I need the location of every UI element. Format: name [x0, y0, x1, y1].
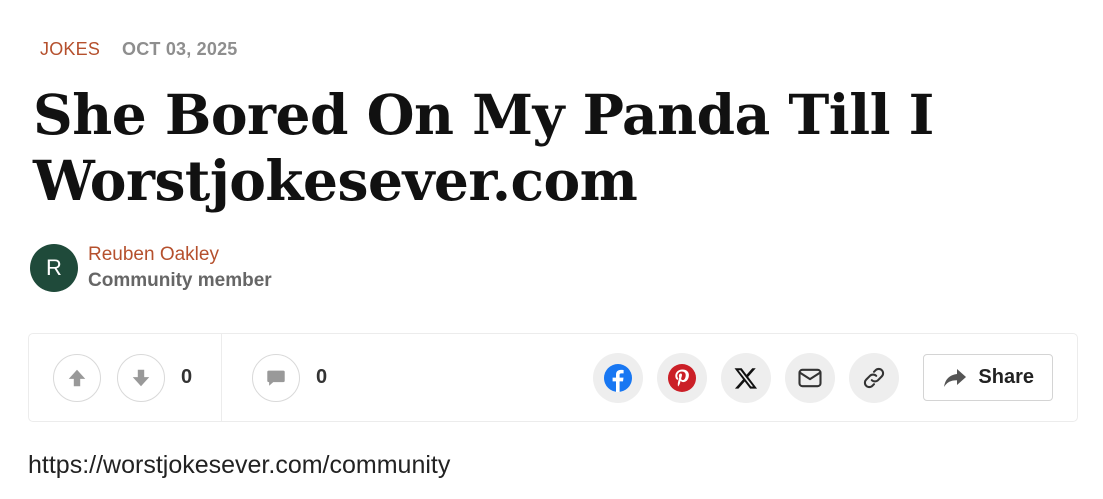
share-label: Share	[978, 366, 1034, 388]
copy-link-button[interactable]	[849, 352, 900, 403]
envelope-icon	[798, 368, 822, 387]
downvote-button[interactable]	[117, 353, 165, 402]
x-icon	[734, 367, 758, 389]
article-title: She Bored On My Panda Till I Worstjokese…	[33, 82, 934, 213]
article-meta: JOKES OCT 03, 2025	[40, 39, 238, 60]
comment-group: 0	[222, 353, 328, 402]
action-bar: 0 0 Share	[28, 333, 1078, 422]
pinterest-icon	[668, 363, 697, 392]
speech-bubble-icon	[267, 370, 285, 386]
share-group: Share	[593, 352, 1077, 403]
vote-group: 0	[29, 334, 222, 421]
vote-count: 0	[181, 366, 193, 388]
author-name-link[interactable]: Reuben Oakley	[88, 244, 272, 266]
comment-count: 0	[316, 366, 328, 388]
author-info: Reuben Oakley Community member	[88, 244, 272, 292]
author-block: R Reuben Oakley Community member	[30, 244, 272, 292]
share-arrow-icon	[944, 368, 967, 387]
arrow-down-icon	[132, 369, 150, 386]
facebook-share-button[interactable]	[593, 352, 644, 403]
category-link[interactable]: JOKES	[40, 39, 100, 60]
link-icon	[864, 367, 885, 388]
share-button[interactable]: Share	[923, 354, 1053, 401]
facebook-icon	[604, 363, 633, 392]
email-share-button[interactable]	[785, 352, 836, 403]
article-body-url[interactable]: https://worstjokesever.com/community	[28, 451, 450, 480]
comment-button[interactable]	[252, 353, 300, 402]
x-share-button[interactable]	[721, 352, 772, 403]
upvote-button[interactable]	[53, 353, 101, 402]
avatar[interactable]: R	[30, 244, 78, 292]
author-role: Community member	[88, 270, 272, 291]
publish-date: OCT 03, 2025	[122, 39, 238, 59]
pinterest-share-button[interactable]	[657, 352, 708, 403]
arrow-up-icon	[68, 369, 86, 386]
